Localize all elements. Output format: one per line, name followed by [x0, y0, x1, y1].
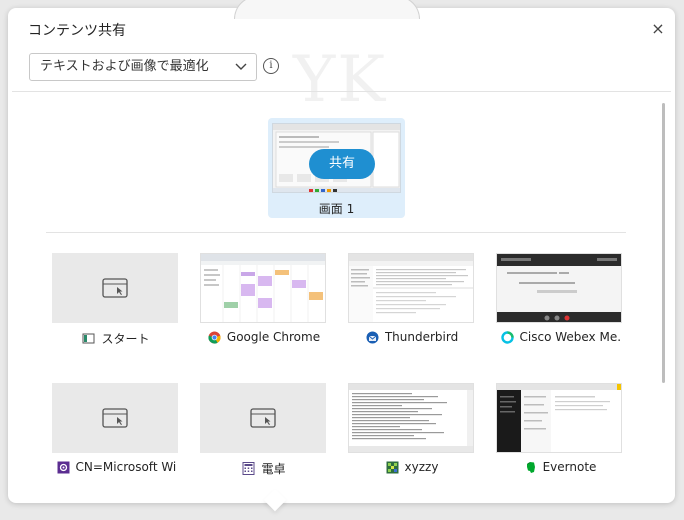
chrome-icon [208, 331, 221, 344]
app-tile-xyzzy[interactable]: xyzzy [348, 383, 476, 483]
window-icon [102, 278, 128, 298]
thunderbird-icon [366, 331, 379, 343]
start-icon [82, 333, 95, 344]
window-icon [250, 408, 276, 428]
camera-notch [234, 0, 420, 19]
watermark: YK [293, 43, 388, 117]
settings-icon [57, 461, 69, 473]
app-label: xyzzy [404, 460, 439, 474]
app-tile-webex[interactable]: Cisco Webex Me... [496, 253, 624, 353]
xyzzy-icon [386, 461, 399, 473]
chevron-down-icon [235, 63, 247, 70]
app-tile-thunderbird[interactable]: Thunderbird [348, 253, 476, 353]
app-label: CN=Microsoft Wi... [75, 460, 176, 474]
optimize-select-value: テキストおよび画像で最適化 [40, 59, 209, 74]
app-thumbnail [52, 383, 178, 453]
app-label: Evernote [542, 460, 597, 474]
app-thumbnail [348, 253, 474, 323]
calculator-icon [242, 462, 255, 475]
app-label: Cisco Webex Me... [519, 330, 620, 344]
divider [12, 91, 671, 92]
app-label: スタート [101, 332, 150, 346]
app-thumbnail [200, 253, 326, 323]
app-thumbnail [496, 253, 622, 323]
screen-thumbnail: 共有 [272, 123, 401, 193]
app-tile-chrome[interactable]: Google Chrome [200, 253, 328, 353]
webex-icon [500, 330, 514, 344]
app-label: 電卓 [261, 462, 286, 476]
close-icon[interactable]: × [648, 19, 668, 39]
app-tile-start[interactable]: スタート [52, 253, 180, 353]
content-share-dialog: YK コンテンツ共有 × テキストおよび画像で最適化 i 共有 画面 1 スター… [8, 0, 675, 503]
app-tile-microsoft-windows[interactable]: CN=Microsoft Wi... [52, 383, 180, 483]
screen-label: 画面 1 [318, 202, 355, 216]
window-icon [102, 408, 128, 428]
dialog-title: コンテンツ共有 [28, 23, 126, 39]
scrollbar[interactable] [662, 103, 665, 383]
share-button[interactable]: 共有 [309, 149, 375, 179]
app-thumbnail [200, 383, 326, 453]
app-thumbnail [496, 383, 622, 453]
app-label: Google Chrome [226, 330, 321, 344]
app-tile-calculator[interactable]: 電卓 [200, 383, 328, 483]
screen-card-1[interactable]: 共有 画面 1 [268, 118, 405, 218]
app-thumbnail [348, 383, 474, 453]
app-thumbnail [52, 253, 178, 323]
app-label: Thunderbird [384, 330, 459, 344]
optimize-select[interactable]: テキストおよび画像で最適化 [29, 53, 257, 81]
divider [46, 232, 626, 233]
evernote-icon [526, 461, 535, 473]
info-icon[interactable]: i [263, 58, 279, 74]
app-tile-evernote[interactable]: Evernote [496, 383, 624, 483]
